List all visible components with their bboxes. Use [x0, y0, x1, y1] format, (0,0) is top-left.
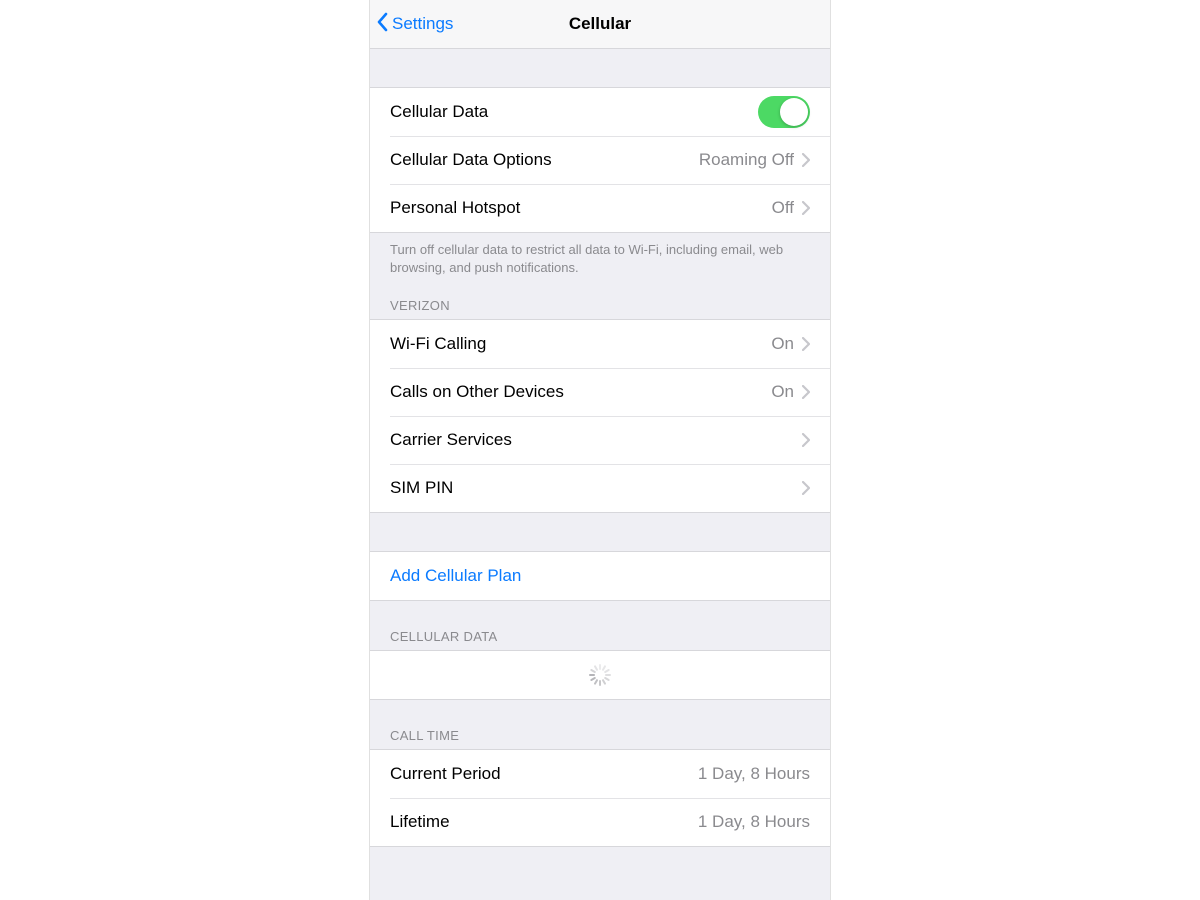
add-cellular-plan-label: Add Cellular Plan: [390, 566, 521, 586]
cellular-data-usage-group: [370, 650, 830, 700]
content-scroll[interactable]: Cellular Data Cellular Data Options Roam…: [370, 49, 830, 900]
carrier-services-row[interactable]: Carrier Services: [370, 416, 830, 464]
wifi-calling-value: On: [771, 334, 794, 354]
page-title: Cellular: [569, 14, 631, 34]
spinner-icon: [589, 664, 611, 686]
call-time-group: Current Period 1 Day, 8 Hours Lifetime 1…: [370, 749, 830, 847]
personal-hotspot-value: Off: [772, 198, 794, 218]
cellular-group: Cellular Data Cellular Data Options Roam…: [370, 87, 830, 233]
carrier-group: Wi-Fi Calling On Calls on Other Devices …: [370, 319, 830, 513]
wifi-calling-row[interactable]: Wi-Fi Calling On: [370, 320, 830, 368]
sim-pin-row[interactable]: SIM PIN: [370, 464, 830, 512]
back-label: Settings: [392, 14, 453, 34]
chevron-right-icon: [802, 385, 810, 399]
carrier-header: VERIZON: [370, 280, 830, 319]
back-button[interactable]: Settings: [376, 0, 453, 48]
chevron-right-icon: [802, 433, 810, 447]
chevron-right-icon: [802, 201, 810, 215]
cellular-data-options-value: Roaming Off: [699, 150, 794, 170]
calls-other-devices-row[interactable]: Calls on Other Devices On: [370, 368, 830, 416]
chevron-left-icon: [376, 12, 392, 37]
current-period-row: Current Period 1 Day, 8 Hours: [370, 750, 830, 798]
chevron-right-icon: [802, 153, 810, 167]
settings-cellular-screen: Settings Cellular Cellular Data Cellular…: [369, 0, 831, 900]
nav-bar: Settings Cellular: [370, 0, 830, 49]
lifetime-label: Lifetime: [390, 812, 450, 832]
current-period-label: Current Period: [390, 764, 501, 784]
chevron-right-icon: [802, 481, 810, 495]
cellular-data-options-row[interactable]: Cellular Data Options Roaming Off: [370, 136, 830, 184]
add-plan-group: Add Cellular Plan: [370, 551, 830, 601]
calls-other-devices-value: On: [771, 382, 794, 402]
lifetime-value: 1 Day, 8 Hours: [698, 812, 810, 832]
cellular-group-footer: Turn off cellular data to restrict all d…: [370, 233, 830, 280]
add-cellular-plan-button[interactable]: Add Cellular Plan: [370, 552, 830, 600]
call-time-header: CALL TIME: [370, 700, 830, 749]
lifetime-row: Lifetime 1 Day, 8 Hours: [370, 798, 830, 846]
loading-row: [370, 651, 830, 699]
chevron-right-icon: [802, 337, 810, 351]
current-period-value: 1 Day, 8 Hours: [698, 764, 810, 784]
carrier-services-label: Carrier Services: [390, 430, 512, 450]
cellular-data-header: CELLULAR DATA: [370, 601, 830, 650]
personal-hotspot-label: Personal Hotspot: [390, 198, 520, 218]
cellular-data-toggle[interactable]: [758, 96, 810, 128]
personal-hotspot-row[interactable]: Personal Hotspot Off: [370, 184, 830, 232]
cellular-data-label: Cellular Data: [390, 102, 488, 122]
cellular-data-row[interactable]: Cellular Data: [370, 88, 830, 136]
sim-pin-label: SIM PIN: [390, 478, 453, 498]
calls-other-devices-label: Calls on Other Devices: [390, 382, 564, 402]
cellular-data-options-label: Cellular Data Options: [390, 150, 552, 170]
wifi-calling-label: Wi-Fi Calling: [390, 334, 486, 354]
